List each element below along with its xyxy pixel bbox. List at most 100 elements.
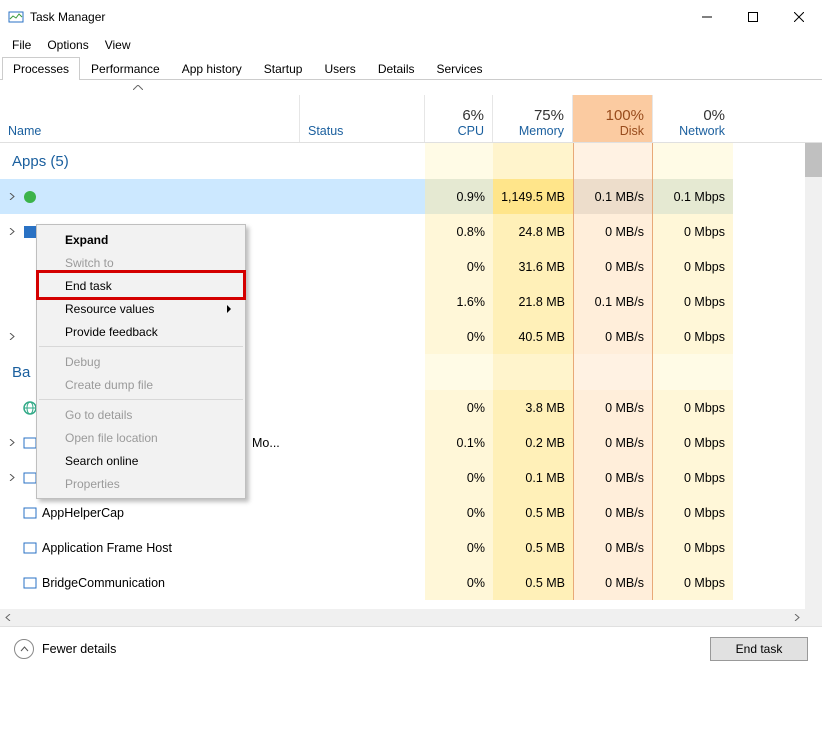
col-disk[interactable]: 100% Disk — [573, 95, 653, 142]
tab-users[interactable]: Users — [313, 57, 366, 80]
table-row[interactable]: Application Frame Host 0% 0.5 MB 0 MB/s … — [0, 530, 805, 565]
window-controls — [684, 1, 822, 33]
expand-icon[interactable] — [4, 228, 18, 235]
cpu-value: 0% — [425, 530, 493, 565]
ctx-expand[interactable]: Expand — [37, 228, 245, 251]
network-value: 0 Mbps — [653, 565, 733, 600]
col-status[interactable]: Status — [300, 95, 425, 142]
title-bar: Task Manager — [0, 0, 822, 34]
table-row[interactable]: BridgeCommunication 0% 0.5 MB 0 MB/s 0 M… — [0, 565, 805, 600]
network-value: 0 Mbps — [653, 214, 733, 249]
cpu-value: 1.6% — [425, 284, 493, 319]
sort-indicator — [130, 80, 146, 95]
cpu-value: 0% — [425, 319, 493, 354]
table-row[interactable]: 0.9% 1,149.5 MB 0.1 MB/s 0.1 Mbps — [0, 179, 805, 214]
close-button[interactable] — [776, 1, 822, 33]
table-row[interactable]: AppHelperCap 0% 0.5 MB 0 MB/s 0 Mbps — [0, 495, 805, 530]
menu-view[interactable]: View — [97, 36, 139, 54]
expand-icon[interactable] — [4, 474, 18, 481]
group-apps[interactable]: Apps (5) — [0, 143, 805, 179]
group-apps-label: Apps (5) — [4, 143, 69, 179]
cpu-value: 0.8% — [425, 214, 493, 249]
ctx-resource-values[interactable]: Resource values — [37, 297, 245, 320]
context-menu: Expand Switch to End task Resource value… — [36, 224, 246, 499]
network-value: 0 Mbps — [653, 495, 733, 530]
network-percent: 0% — [661, 107, 725, 124]
memory-value: 31.6 MB — [493, 249, 573, 284]
network-value: 0 Mbps — [653, 390, 733, 425]
memory-value: 3.8 MB — [493, 390, 573, 425]
ctx-search-online[interactable]: Search online — [37, 449, 245, 472]
disk-value: 0.1 MB/s — [573, 179, 653, 214]
scroll-left-icon[interactable] — [0, 609, 17, 626]
tab-details[interactable]: Details — [367, 57, 426, 80]
cpu-value: 0.1% — [425, 425, 493, 460]
footer-bar: Fewer details End task — [0, 627, 822, 671]
network-value: 0 Mbps — [653, 460, 733, 495]
network-value: 0 Mbps — [653, 425, 733, 460]
memory-value: 0.5 MB — [493, 565, 573, 600]
cpu-value: 0% — [425, 390, 493, 425]
memory-value: 0.5 MB — [493, 495, 573, 530]
disk-value: 0 MB/s — [573, 460, 653, 495]
process-name: AppHelperCap — [42, 506, 124, 520]
vertical-scrollbar[interactable] — [805, 143, 822, 626]
process-icon — [22, 540, 38, 556]
memory-value: 0.2 MB — [493, 425, 573, 460]
ctx-provide-feedback[interactable]: Provide feedback — [37, 320, 245, 343]
memory-value: 21.8 MB — [493, 284, 573, 319]
menu-options[interactable]: Options — [39, 36, 96, 54]
cpu-value: 0% — [425, 565, 493, 600]
tab-startup[interactable]: Startup — [253, 57, 314, 80]
column-headers: Name Status 6% CPU 75% Memory 100% Disk … — [0, 95, 822, 143]
memory-label: Memory — [501, 124, 564, 138]
col-network[interactable]: 0% Network — [653, 95, 733, 142]
cpu-value: 0.9% — [425, 179, 493, 214]
menu-file[interactable]: File — [4, 36, 39, 54]
network-value: 0 Mbps — [653, 530, 733, 565]
disk-value: 0 MB/s — [573, 319, 653, 354]
minimize-button[interactable] — [684, 1, 730, 33]
disk-label: Disk — [581, 124, 644, 138]
network-label: Network — [661, 124, 725, 138]
memory-value: 0.1 MB — [493, 460, 573, 495]
cpu-percent: 6% — [433, 107, 484, 124]
disk-value: 0 MB/s — [573, 425, 653, 460]
col-status-label: Status — [308, 124, 416, 138]
scroll-right-icon[interactable] — [788, 609, 805, 626]
ctx-separator — [39, 399, 243, 400]
tab-processes[interactable]: Processes — [2, 57, 80, 80]
tab-services[interactable]: Services — [426, 57, 494, 80]
ctx-switch-to: Switch to — [37, 251, 245, 274]
col-name-label: Name — [8, 124, 291, 138]
expand-icon[interactable] — [4, 333, 18, 340]
fewer-details-label: Fewer details — [42, 642, 116, 656]
disk-value: 0 MB/s — [573, 565, 653, 600]
disk-value: 0 MB/s — [573, 214, 653, 249]
ctx-end-task[interactable]: End task — [37, 274, 245, 297]
ctx-properties: Properties — [37, 472, 245, 495]
fewer-details-button[interactable]: Fewer details — [14, 639, 116, 659]
disk-value: 0 MB/s — [573, 495, 653, 530]
network-value: 0 Mbps — [653, 249, 733, 284]
disk-value: 0 MB/s — [573, 530, 653, 565]
end-task-button[interactable]: End task — [710, 637, 808, 661]
memory-value: 0.5 MB — [493, 530, 573, 565]
tab-performance[interactable]: Performance — [80, 57, 171, 80]
process-name: BridgeCommunication — [42, 576, 165, 590]
window-title: Task Manager — [30, 10, 684, 24]
ctx-go-to-details: Go to details — [37, 403, 245, 426]
tab-strip: Processes Performance App history Startu… — [0, 56, 822, 80]
network-value: 0.1 Mbps — [653, 179, 733, 214]
cpu-value: 0% — [425, 249, 493, 284]
maximize-button[interactable] — [730, 1, 776, 33]
col-memory[interactable]: 75% Memory — [493, 95, 573, 142]
tab-app-history[interactable]: App history — [171, 57, 253, 80]
expand-icon[interactable] — [4, 439, 18, 446]
network-value: 0 Mbps — [653, 319, 733, 354]
col-name[interactable]: Name — [0, 95, 300, 142]
col-cpu[interactable]: 6% CPU — [425, 95, 493, 142]
expand-icon[interactable] — [4, 193, 18, 200]
process-icon — [22, 575, 38, 591]
horizontal-scrollbar[interactable] — [0, 609, 805, 626]
